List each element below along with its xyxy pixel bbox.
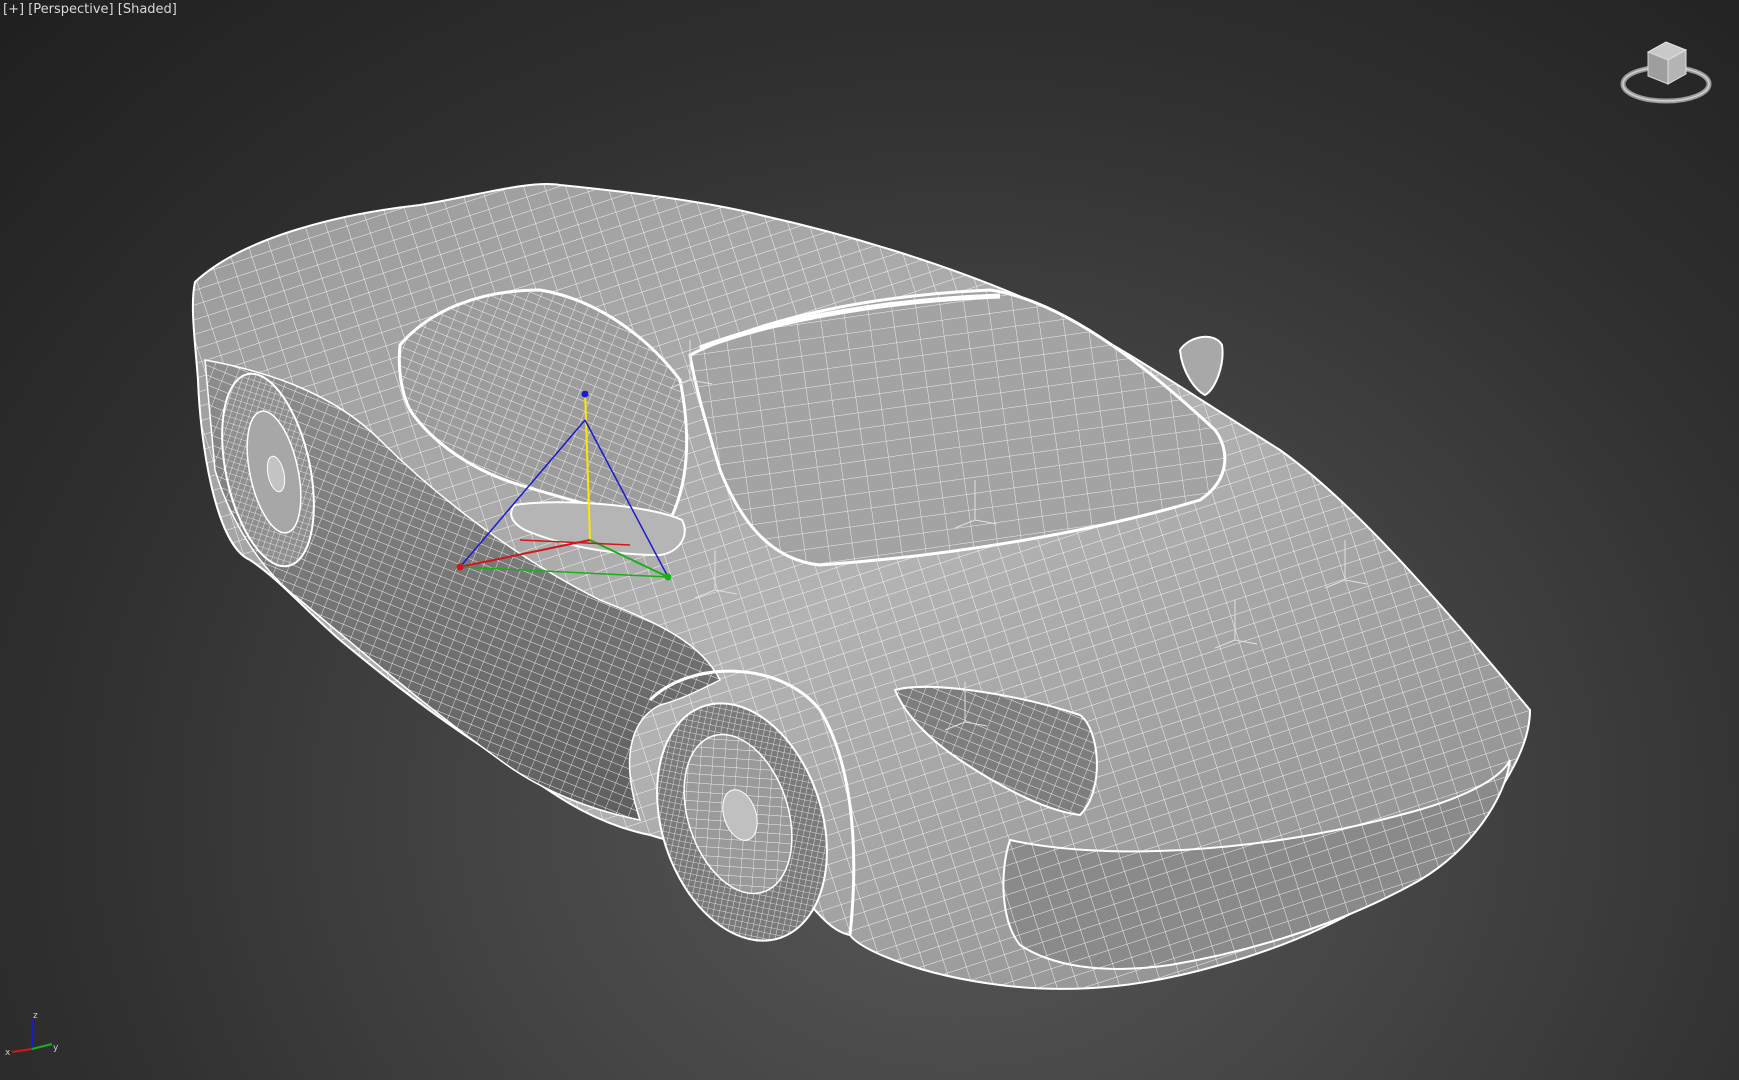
car-model-mesh[interactable] <box>0 0 1739 1080</box>
world-x-axis <box>11 1048 33 1053</box>
world-z-label: z <box>33 1011 38 1021</box>
world-y-axis <box>31 1043 53 1050</box>
world-x-label: x <box>5 1048 11 1058</box>
gizmo-y-handle[interactable] <box>664 573 672 581</box>
viewcube-icon[interactable] <box>1620 38 1720 114</box>
world-y-label: y <box>53 1043 59 1053</box>
world-axis-tripod: z x y <box>5 1011 59 1058</box>
car-mirror-right[interactable] <box>1178 335 1224 397</box>
gizmo-x-handle[interactable] <box>456 563 464 571</box>
perspective-viewport[interactable]: [+] [Perspective] [Shaded] z x y <box>0 0 1739 1080</box>
gizmo-z-handle[interactable] <box>581 390 589 398</box>
